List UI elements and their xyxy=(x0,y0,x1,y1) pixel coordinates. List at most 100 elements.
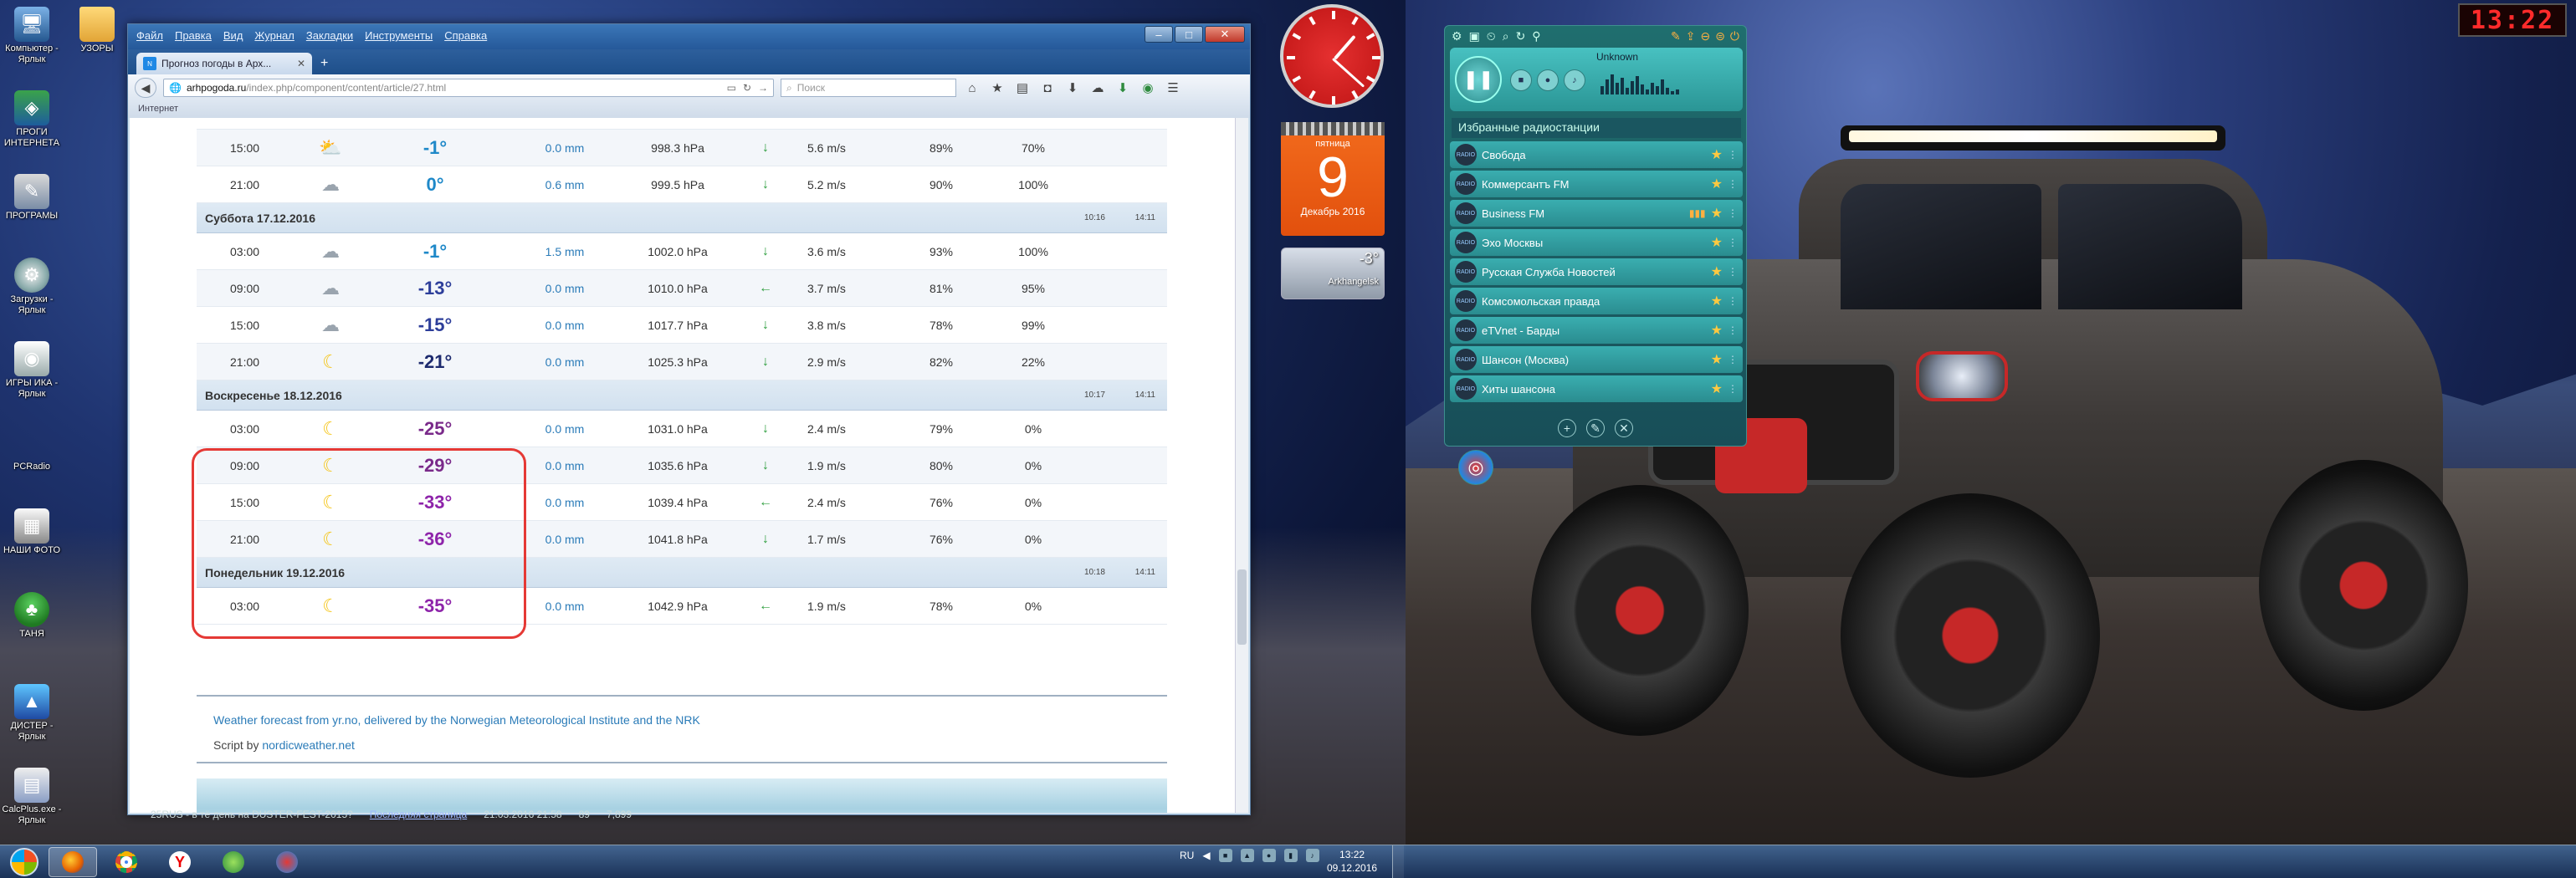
radio-record-icon[interactable]: ⚲ xyxy=(1532,29,1540,43)
start-button[interactable] xyxy=(2,845,47,878)
reader-icon[interactable]: ▭ xyxy=(727,82,736,94)
url-bar[interactable]: 🌐 arhpogoda.ru /index.php/component/cont… xyxy=(163,79,774,97)
station-item[interactable]: RADIO Хиты шансона ★ ⋮ xyxy=(1450,375,1743,402)
desktop-icon-8[interactable]: ♣ ТАНЯ xyxy=(0,592,64,640)
station-options-icon[interactable]: ⋮ xyxy=(1728,207,1738,219)
radio-refresh-icon[interactable]: ↻ xyxy=(1516,29,1526,43)
station-options-icon[interactable]: ⋮ xyxy=(1728,354,1738,365)
menu-edit[interactable]: Правка xyxy=(175,29,212,42)
scrollbar-thumb[interactable] xyxy=(1237,569,1247,645)
radio-pin-icon[interactable]: ✎ xyxy=(1671,29,1681,43)
station-item[interactable]: RADIO eTVnet - Барды ★ ⋮ xyxy=(1450,317,1743,344)
tab-close-icon[interactable]: ✕ xyxy=(297,58,305,69)
forum-topic[interactable]: 25RUS - в тё день на DUSTER-FEST-2015? xyxy=(151,809,353,825)
close-button[interactable]: ✕ xyxy=(1205,26,1245,43)
desktop-icon-6[interactable]: ◎ PCRadio xyxy=(0,425,1493,485)
menu-history[interactable]: Журнал xyxy=(254,29,294,42)
station-item[interactable]: RADIO Свобода ★ ⋮ xyxy=(1450,141,1743,168)
tray-app-icon-3[interactable]: ● xyxy=(1262,849,1276,862)
search-input[interactable]: ⌕ Поиск xyxy=(781,79,956,97)
favorite-star-icon[interactable]: ★ xyxy=(1711,263,1723,280)
calendar-gadget[interactable]: пятница 9 Декабрь 2016 xyxy=(1281,122,1385,236)
station-options-icon[interactable]: ⋮ xyxy=(1728,237,1738,248)
reload-icon[interactable]: ↻ xyxy=(743,82,751,94)
tray-expand-icon[interactable]: ◀ xyxy=(1202,850,1210,861)
desktop-icon-7[interactable]: ▦ НАШИ ФОТО xyxy=(0,508,64,556)
station-options-icon[interactable]: ⋮ xyxy=(1728,295,1738,307)
home-icon[interactable]: ⌂ xyxy=(963,79,981,97)
radio-minimize-icon[interactable]: ⊖ xyxy=(1700,29,1710,43)
radio-search-icon[interactable]: ⌕ xyxy=(1503,29,1509,43)
desktop-icon-0[interactable]: 🖥 Компьютер - Ярлык xyxy=(0,7,64,65)
station-options-icon[interactable]: ⋮ xyxy=(1728,178,1738,190)
remove-station-button[interactable]: ✕ xyxy=(1615,419,1633,437)
last-page-link[interactable]: Последняя страница xyxy=(370,809,467,825)
minimize-button[interactable]: – xyxy=(1145,26,1173,43)
menu-bookmarks[interactable]: Закладки xyxy=(306,29,353,42)
taskbar-pcradio[interactable] xyxy=(263,847,311,877)
menu-hamburger-icon[interactable]: ☰ xyxy=(1164,79,1182,97)
taskbar-firefox[interactable] xyxy=(49,847,97,877)
desktop-icon-4[interactable]: ⚙ Загрузки - Ярлык xyxy=(0,258,64,316)
station-options-icon[interactable]: ⋮ xyxy=(1728,324,1738,336)
tray-network-icon[interactable]: ▮ xyxy=(1283,849,1298,862)
favorite-star-icon[interactable]: ★ xyxy=(1711,234,1723,251)
bookmarks-list-icon[interactable]: ▤ xyxy=(1013,79,1032,97)
radio-timer-icon[interactable]: ⏲ xyxy=(1487,29,1496,43)
radio-folder-icon[interactable]: ▣ xyxy=(1469,29,1480,43)
weather-gadget[interactable]: -3° Arkhangelsk xyxy=(1281,248,1385,299)
favorite-star-icon[interactable]: ★ xyxy=(1711,146,1723,163)
download-icon[interactable]: ⬇ xyxy=(1063,79,1082,97)
menu-view[interactable]: Вид xyxy=(223,29,243,42)
stop-button[interactable]: ■ xyxy=(1510,69,1532,91)
desktop-icon-5[interactable]: ◉ ИГРЫ ИКА - Ярлык xyxy=(0,341,64,400)
desktop-icon-10[interactable]: ▤ CalcPlus.exe - Ярлык xyxy=(0,768,64,826)
radio-restore-icon[interactable]: ⊜ xyxy=(1715,29,1725,43)
favorite-star-icon[interactable]: ★ xyxy=(1711,293,1723,309)
pocket-icon[interactable]: ◘ xyxy=(1038,79,1057,97)
radio-share-icon[interactable]: ⇪ xyxy=(1686,29,1696,43)
radio-settings-icon[interactable]: ⚙ xyxy=(1452,29,1462,43)
language-indicator[interactable]: RU xyxy=(1180,850,1194,861)
favorite-star-icon[interactable]: ★ xyxy=(1711,205,1723,222)
vertical-scrollbar[interactable] xyxy=(1235,118,1248,813)
tray-app-icon-1[interactable]: ■ xyxy=(1218,849,1232,862)
mute-button[interactable]: ♪ xyxy=(1564,69,1585,91)
taskbar-chrome[interactable] xyxy=(102,847,151,877)
station-item[interactable]: RADIO Комсомольская правда ★ ⋮ xyxy=(1450,288,1743,314)
favorite-star-icon[interactable]: ★ xyxy=(1711,176,1723,192)
add-station-button[interactable]: + xyxy=(1558,419,1576,437)
browser-titlebar[interactable]: Файл Правка Вид Журнал Закладки Инструме… xyxy=(128,24,1250,49)
yr-credit-link[interactable]: Weather forecast from yr.no, delivered b… xyxy=(213,713,1184,727)
pause-button[interactable]: ❚❚ xyxy=(1455,56,1502,103)
tray-app-icon-2[interactable]: ▲ xyxy=(1240,849,1254,862)
forward-icon[interactable]: → xyxy=(758,82,768,94)
radio-power-icon[interactable]: ⏻ xyxy=(1730,29,1739,43)
addon-green-icon[interactable]: ◉ xyxy=(1139,79,1157,97)
favorite-star-icon[interactable]: ★ xyxy=(1711,351,1723,368)
desktop-icon-9[interactable]: ▲ ДИСТЕР - Ярлык xyxy=(0,684,64,743)
sync-icon[interactable]: ☁ xyxy=(1088,79,1107,97)
back-button[interactable]: ◀ xyxy=(135,78,156,98)
station-options-icon[interactable]: ⋮ xyxy=(1728,383,1738,395)
new-tab-button[interactable]: + xyxy=(320,56,339,73)
edit-station-button[interactable]: ✎ xyxy=(1586,419,1605,437)
bookmark-internet[interactable]: Интернет xyxy=(138,104,178,114)
station-options-icon[interactable]: ⋮ xyxy=(1728,149,1738,161)
menu-tools[interactable]: Инструменты xyxy=(365,29,433,42)
bookmark-star-icon[interactable]: ★ xyxy=(988,79,1006,97)
maximize-button[interactable]: □ xyxy=(1175,26,1203,43)
station-item[interactable]: RADIO Шансон (Москва) ★ ⋮ xyxy=(1450,346,1743,373)
desktop-icon-3[interactable]: ✎ ПРОГРАМЫ xyxy=(0,174,64,222)
station-item[interactable]: RADIO Русская Служба Новостей ★ ⋮ xyxy=(1450,258,1743,285)
show-desktop-button[interactable] xyxy=(1392,845,1404,878)
analog-clock-gadget[interactable] xyxy=(1280,4,1384,108)
favorite-star-icon[interactable]: ★ xyxy=(1711,380,1723,397)
desktop-icon-2[interactable]: ◈ ПРОГИ ИНТЕРНЕТА xyxy=(0,90,64,149)
favorite-star-icon[interactable]: ★ xyxy=(1711,322,1723,339)
nordicweather-link[interactable]: nordicweather.net xyxy=(262,738,355,752)
taskbar-app-green[interactable] xyxy=(209,847,258,877)
taskbar-yandex[interactable]: Y xyxy=(156,847,204,877)
station-item[interactable]: RADIO Business FM ▮▮▮ ★ ⋮ xyxy=(1450,200,1743,227)
taskbar-clock[interactable]: 13:22 09.12.2016 xyxy=(1327,848,1377,875)
